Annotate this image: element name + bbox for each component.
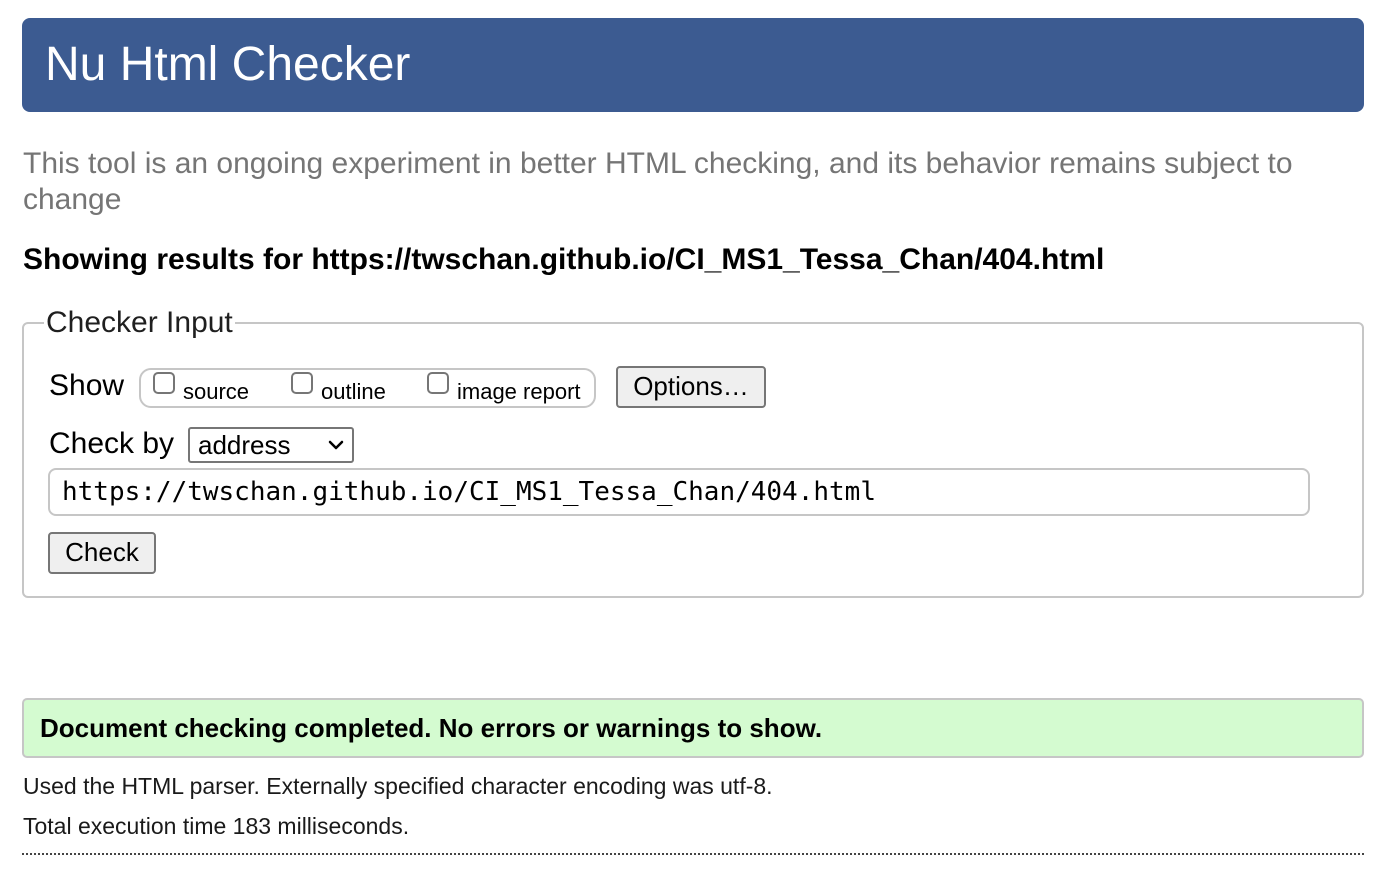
- success-banner: Document checking completed. No errors o…: [22, 698, 1364, 758]
- checker-input-legend: Checker Input: [46, 306, 233, 339]
- outline-checkbox-label: outline: [321, 379, 386, 404]
- success-message: Document checking completed. No errors o…: [40, 713, 823, 743]
- dotted-divider: [22, 853, 1364, 855]
- show-label: Show: [49, 369, 125, 402]
- source-checkbox-label: source: [183, 379, 250, 404]
- source-checkbox[interactable]: source: [153, 372, 249, 408]
- image-report-checkbox[interactable]: image report: [427, 372, 581, 408]
- url-input[interactable]: https://twschan.github.io/CI_MS1_Tessa_C…: [48, 468, 1310, 516]
- page-header: Nu Html Checker: [22, 18, 1364, 112]
- outline-checkbox[interactable]: outline: [291, 372, 386, 408]
- options-button[interactable]: Options…: [616, 366, 766, 408]
- parser-note: Used the HTML parser. Externally specifi…: [23, 773, 773, 799]
- intro-text: This tool is an ongoing experiment in be…: [23, 147, 1293, 216]
- source-checkbox-box[interactable]: [153, 372, 175, 394]
- image-report-checkbox-label: image report: [457, 379, 581, 404]
- check-by-select[interactable]: address: [188, 427, 354, 463]
- check-button[interactable]: Check: [48, 532, 156, 574]
- chevron-down-icon: [328, 440, 344, 450]
- check-by-selected-value: address: [198, 430, 291, 460]
- app-title: Nu Html Checker: [45, 38, 411, 91]
- image-report-checkbox-box[interactable]: [427, 372, 449, 394]
- results-heading: Showing results for https://twschan.gith…: [23, 243, 1105, 276]
- show-options-group: source outline image report: [139, 368, 596, 408]
- check-by-label: Check by: [49, 427, 175, 460]
- execution-time: Total execution time 183 milliseconds.: [23, 813, 410, 839]
- outline-checkbox-box[interactable]: [291, 372, 313, 394]
